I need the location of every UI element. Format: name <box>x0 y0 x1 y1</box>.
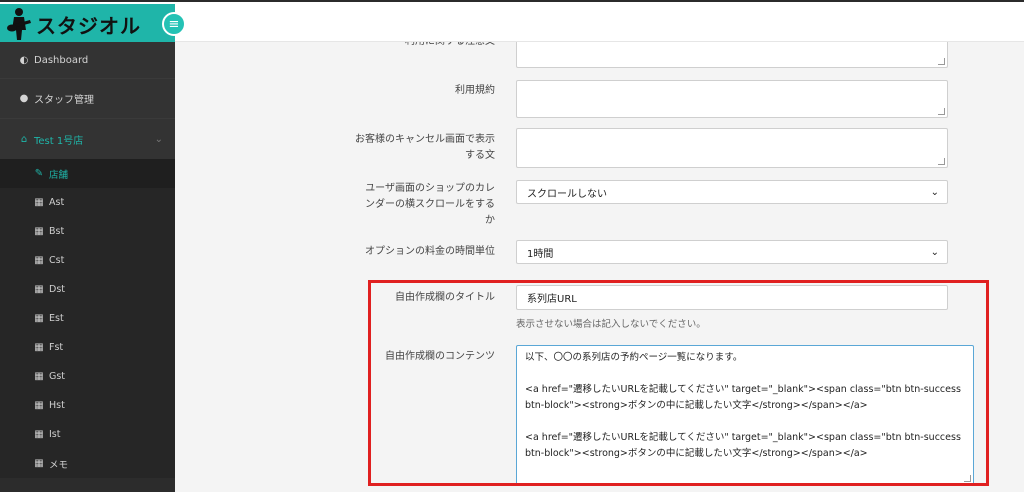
sidebar-item-shop[interactable]: ✎ 店舗 <box>0 159 175 188</box>
calendar-icon: ▦ <box>34 255 44 266</box>
hamburger-icon: ≡ <box>168 16 180 32</box>
cancel-text-textarea[interactable] <box>516 128 948 168</box>
calendar-icon: ▦ <box>34 371 44 382</box>
chevron-down-icon: ⌄ <box>930 246 939 258</box>
sidebar-item-label: Hst <box>49 400 65 411</box>
sidebar-item-label: Cst <box>49 255 65 266</box>
sidebar-item-est[interactable]: ▦ Est <box>0 304 175 333</box>
calendar-scroll-label-text: ユーザ画面のショップのカレンダーの横スクロールをするか <box>365 183 495 226</box>
sidebar-item-label: Dst <box>49 284 65 295</box>
option-time-unit-label: オプションの料金の時間単位 <box>175 244 495 260</box>
free-content-label: 自由作成欄のコンテンツ <box>385 351 495 362</box>
sidebar-item-label: Ast <box>49 197 65 208</box>
resize-handle-icon[interactable] <box>938 108 945 115</box>
user-icon: ● <box>19 93 29 104</box>
home-icon: ⌂ <box>20 133 28 145</box>
free-title-help: 表示させない場合は記入しないでください。 <box>516 319 706 330</box>
free-content-textarea[interactable]: 以下、〇〇の系列店の予約ページ一覧になります。 <a href="遷移したいUR… <box>516 345 974 485</box>
resize-handle-icon[interactable] <box>938 158 945 165</box>
calendar-icon: ▦ <box>34 226 44 237</box>
guitarist-icon <box>7 8 31 40</box>
top-header: スタジオル ≡ <box>0 0 1024 44</box>
free-content-line: <a href="遷移したいURLを記載してください" target="_bla… <box>525 384 961 411</box>
chevron-down-icon: ⌄ <box>154 133 163 145</box>
menu-toggle-button[interactable]: ≡ <box>162 12 186 36</box>
chevron-down-icon: ⌄ <box>930 186 939 198</box>
sidebar-item-bst[interactable]: ▦ Bst <box>0 217 175 246</box>
sidebar-item-gst[interactable]: ▦ Gst <box>0 362 175 391</box>
sidebar-item-ast[interactable]: ▦ Ast <box>0 188 175 217</box>
calendar-icon: ▦ <box>34 429 44 440</box>
sidebar-item-memo[interactable]: ▦ メモ <box>0 449 175 478</box>
resize-handle-icon[interactable] <box>938 58 945 65</box>
dashboard-icon: ◐ <box>19 54 29 66</box>
sidebar-item-label: Ist <box>49 429 61 440</box>
free-content-line: 以下、〇〇の系列店の予約ページ一覧になります。 <box>525 352 743 363</box>
sidebar-item-label: Bst <box>49 226 65 237</box>
wrench-icon: ✎ <box>34 168 44 179</box>
brand-title: スタジオル <box>36 13 141 38</box>
calendar-icon: ▦ <box>34 400 44 411</box>
option-time-unit-label-text: オプションの料金の時間単位 <box>365 246 495 257</box>
sidebar-item-cst[interactable]: ▦ Cst <box>0 246 175 275</box>
sidebar-item-hst[interactable]: ▦ Hst <box>0 391 175 420</box>
calendar-icon: ▦ <box>34 458 44 469</box>
free-content-line: <a href="遷移したいURLを記載してください" target="_bla… <box>525 432 961 459</box>
sidebar-group-label: Test 1号店 <box>34 135 84 147</box>
main-content: 利用に関する注意文 利用規約 お客様のキャンセル画面で表示する文 ユーザ画面のシ… <box>175 42 1024 492</box>
terms-textarea[interactable] <box>516 80 948 118</box>
brand-logo[interactable]: スタジオル <box>0 4 175 44</box>
sidebar-item-label: Gst <box>49 371 66 382</box>
free-title-input[interactable]: 系列店URL <box>516 285 948 310</box>
sidebar-item-label: Dashboard <box>34 54 89 66</box>
terms-label: 利用規約 <box>455 85 495 96</box>
calendar-icon: ▦ <box>34 313 44 324</box>
sidebar-group-store[interactable]: ⌂ Test 1号店 ⌄ <box>0 119 175 159</box>
sidebar: ◐ Dashboard ● スタッフ管理 ⌂ Test 1号店 ⌄ ✎ 店舗 ▦… <box>0 42 175 492</box>
calendar-scroll-value: スクロールしない <box>527 188 607 200</box>
option-time-unit-value: 1時間 <box>527 248 554 260</box>
sidebar-item-staff[interactable]: ● スタッフ管理 <box>0 79 175 119</box>
sidebar-item-label: メモ <box>49 459 69 471</box>
free-title-value: 系列店URL <box>527 294 577 305</box>
sidebar-item-label: Est <box>49 313 64 324</box>
calendar-scroll-select[interactable]: スクロールしない ⌄ <box>516 180 948 204</box>
calendar-icon: ▦ <box>34 342 44 353</box>
sidebar-item-dashboard[interactable]: ◐ Dashboard <box>0 42 175 79</box>
calendar-scroll-label: ユーザ画面のショップのカレンダーの横スクロールをするか <box>175 181 495 229</box>
resize-handle-icon[interactable] <box>964 475 971 482</box>
cancel-text-label-text: お客様のキャンセル画面で表示する文 <box>355 134 495 161</box>
sidebar-item-label: Fst <box>49 342 64 353</box>
calendar-icon: ▦ <box>34 197 44 208</box>
sidebar-item-ist[interactable]: ▦ Ist <box>0 420 175 449</box>
usage-notice-textarea[interactable] <box>516 42 948 68</box>
calendar-icon: ▦ <box>34 284 44 295</box>
sidebar-item-fst[interactable]: ▦ Fst <box>0 333 175 362</box>
sidebar-item-label: 店舗 <box>49 169 69 181</box>
cancel-text-label: お客様のキャンセル画面で表示する文 <box>175 132 495 164</box>
sidebar-item-dst[interactable]: ▦ Dst <box>0 275 175 304</box>
option-time-unit-select[interactable]: 1時間 ⌄ <box>516 240 948 264</box>
usage-notice-label: 利用に関する注意文 <box>175 42 495 50</box>
sidebar-item-label: スタッフ管理 <box>34 95 94 106</box>
free-title-label: 自由作成欄のタイトル <box>395 292 495 303</box>
